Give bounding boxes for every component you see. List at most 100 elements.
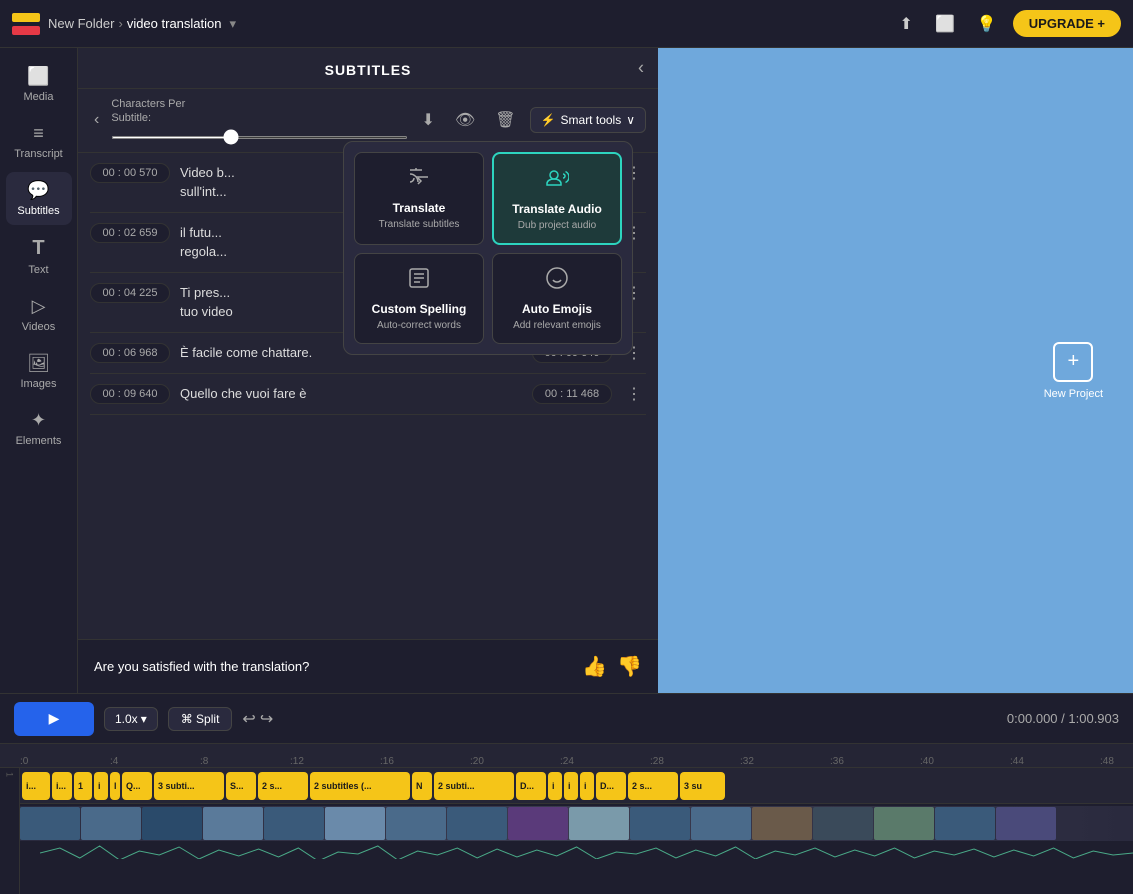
track-labels: 1 bbox=[0, 768, 20, 894]
more-button[interactable]: ⋮ bbox=[622, 384, 646, 404]
smart-tools-label: Smart tools bbox=[561, 113, 622, 127]
video-thumbnail bbox=[813, 807, 873, 840]
list-item[interactable]: 2 subti... bbox=[434, 772, 514, 800]
list-item[interactable]: i bbox=[548, 772, 562, 800]
list-item[interactable]: i... bbox=[52, 772, 72, 800]
new-project-label: New Project bbox=[1044, 388, 1103, 400]
preview-button[interactable]: ⬜ bbox=[929, 10, 961, 38]
video-thumbnail bbox=[935, 807, 995, 840]
smart-tool-translate-audio[interactable]: Translate Audio Dub project audio bbox=[492, 152, 622, 245]
video-track-inner bbox=[20, 806, 1133, 841]
sidebar-item-text[interactable]: T Text bbox=[6, 229, 72, 284]
smart-tool-auto-emojis[interactable]: Auto Emojis Add relevant emojis bbox=[492, 253, 622, 344]
start-time: 00 : 02 659 bbox=[90, 223, 170, 243]
share-button[interactable]: ⬆ bbox=[894, 10, 919, 38]
speed-chevron-icon: ▾ bbox=[141, 712, 147, 726]
list-item[interactable]: i... bbox=[22, 772, 50, 800]
list-item[interactable]: 2 subtitles (... bbox=[310, 772, 410, 800]
ruler-mark: :4 bbox=[110, 756, 200, 767]
undo-button[interactable]: ↩ bbox=[242, 709, 255, 729]
start-time: 00 : 06 968 bbox=[90, 343, 170, 363]
auto-emojis-title: Auto Emojis bbox=[522, 302, 592, 316]
chars-per-subtitle-control: Characters PerSubtitle: bbox=[111, 97, 407, 144]
play-button[interactable]: ▶ bbox=[14, 702, 94, 736]
smart-tool-custom-spelling[interactable]: Custom Spelling Auto-correct words bbox=[354, 253, 484, 344]
list-item[interactable]: S... bbox=[226, 772, 256, 800]
video-thumbnail bbox=[81, 807, 141, 840]
list-item[interactable]: i bbox=[580, 772, 594, 800]
redo-button[interactable]: ↪ bbox=[260, 709, 273, 729]
table-row[interactable]: 00 : 09 640 Quello che vuoi fare è 00 : … bbox=[90, 374, 646, 415]
custom-spelling-desc: Auto-correct words bbox=[377, 320, 461, 331]
folder-name[interactable]: New Folder bbox=[48, 16, 114, 31]
app-logo bbox=[12, 13, 40, 35]
sidebar-label-transcript: Transcript bbox=[14, 148, 63, 160]
list-item[interactable]: 2 s... bbox=[628, 772, 678, 800]
list-item[interactable]: i bbox=[94, 772, 108, 800]
list-item[interactable]: 2 s... bbox=[258, 772, 308, 800]
subtitle-track[interactable]: i... i... 1 i l Q... 3 subti... S... 2 s… bbox=[20, 768, 1133, 804]
chars-slider[interactable] bbox=[111, 136, 407, 139]
split-button[interactable]: ⌘ Split bbox=[168, 707, 233, 731]
text-icon: T bbox=[32, 237, 44, 260]
upgrade-button[interactable]: UPGRADE + bbox=[1013, 10, 1121, 37]
sidebar-item-videos[interactable]: ▷ Videos bbox=[6, 288, 72, 341]
sidebar-item-elements[interactable]: ✦ Elements bbox=[6, 402, 72, 455]
translate-title: Translate bbox=[393, 201, 446, 215]
start-time: 00 : 09 640 bbox=[90, 384, 170, 404]
list-item[interactable]: D... bbox=[596, 772, 626, 800]
satisfaction-bar: Are you satisfied with the translation? … bbox=[78, 639, 658, 693]
subtitles-header: SUBTITLES ‹ bbox=[78, 48, 658, 89]
video-thumbnail bbox=[20, 807, 80, 840]
smart-tool-translate[interactable]: Translate Translate subtitles bbox=[354, 152, 484, 245]
list-item[interactable]: 1 bbox=[74, 772, 92, 800]
video-track[interactable] bbox=[20, 804, 1133, 859]
preview-area: + New Project bbox=[658, 48, 1133, 693]
auto-emojis-icon bbox=[545, 266, 569, 296]
sidebar-label-videos: Videos bbox=[22, 321, 55, 333]
timeline-container[interactable]: :0 :4 :8 :12 :16 :20 :24 :28 :32 :36 :40… bbox=[0, 744, 1133, 894]
video-thumbnail bbox=[203, 807, 263, 840]
translate-audio-title: Translate Audio bbox=[512, 202, 602, 216]
end-time: 00 : 11 468 bbox=[532, 384, 612, 404]
video-thumbnail bbox=[142, 807, 202, 840]
delete-button[interactable]: 🗑 bbox=[489, 106, 521, 134]
list-item[interactable]: i bbox=[564, 772, 578, 800]
ruler-mark: :44 bbox=[1010, 756, 1100, 767]
thumbs-down-button[interactable]: 👎 bbox=[617, 654, 642, 679]
sidebar-item-subtitles[interactable]: 💬 Subtitles bbox=[6, 172, 72, 225]
sidebar-item-media[interactable]: ⬜ Media bbox=[6, 58, 72, 111]
satisfaction-question: Are you satisfied with the translation? bbox=[94, 659, 309, 674]
translate-audio-desc: Dub project audio bbox=[518, 220, 596, 231]
start-time: 00 : 00 570 bbox=[90, 163, 170, 183]
download-button[interactable]: ⬇ bbox=[416, 106, 441, 134]
close-panel-button[interactable]: ‹ bbox=[638, 58, 644, 79]
auto-emojis-desc: Add relevant emojis bbox=[513, 320, 601, 331]
thumbs-up-button[interactable]: 👍 bbox=[582, 654, 607, 679]
list-item[interactable]: 3 su bbox=[680, 772, 725, 800]
video-thumbnail bbox=[508, 807, 568, 840]
list-item[interactable]: l bbox=[110, 772, 120, 800]
theme-button[interactable]: 💡 bbox=[971, 10, 1003, 38]
feedback-buttons: 👍 👎 bbox=[582, 654, 642, 679]
list-item[interactable]: 3 subti... bbox=[154, 772, 224, 800]
smart-tools-button[interactable]: ⚡ Smart tools ∨ bbox=[530, 107, 646, 133]
breadcrumb: New Folder › video translation ▾ bbox=[48, 16, 236, 32]
video-thumbnail bbox=[569, 807, 629, 840]
list-item[interactable]: D... bbox=[516, 772, 546, 800]
video-thumbnail bbox=[874, 807, 934, 840]
sidebar-item-transcript[interactable]: ≡ Transcript bbox=[6, 115, 72, 168]
video-thumbnail bbox=[386, 807, 446, 840]
sidebar-item-images[interactable]: 🖼 Images bbox=[6, 345, 72, 398]
back-button[interactable]: ‹ bbox=[90, 107, 103, 133]
hide-button[interactable]: 👁 bbox=[449, 106, 481, 134]
new-project-button[interactable]: + New Project bbox=[1044, 342, 1103, 400]
list-item[interactable]: N bbox=[412, 772, 432, 800]
ruler-mark: :24 bbox=[560, 756, 650, 767]
topbar: New Folder › video translation ▾ ⬆ ⬜ 💡 U… bbox=[0, 0, 1133, 48]
subtitles-title: SUBTITLES bbox=[325, 62, 412, 78]
speed-button[interactable]: 1.0x ▾ bbox=[104, 707, 158, 731]
list-item[interactable]: Q... bbox=[122, 772, 152, 800]
project-name[interactable]: video translation bbox=[127, 16, 222, 31]
start-time: 00 : 04 225 bbox=[90, 283, 170, 303]
